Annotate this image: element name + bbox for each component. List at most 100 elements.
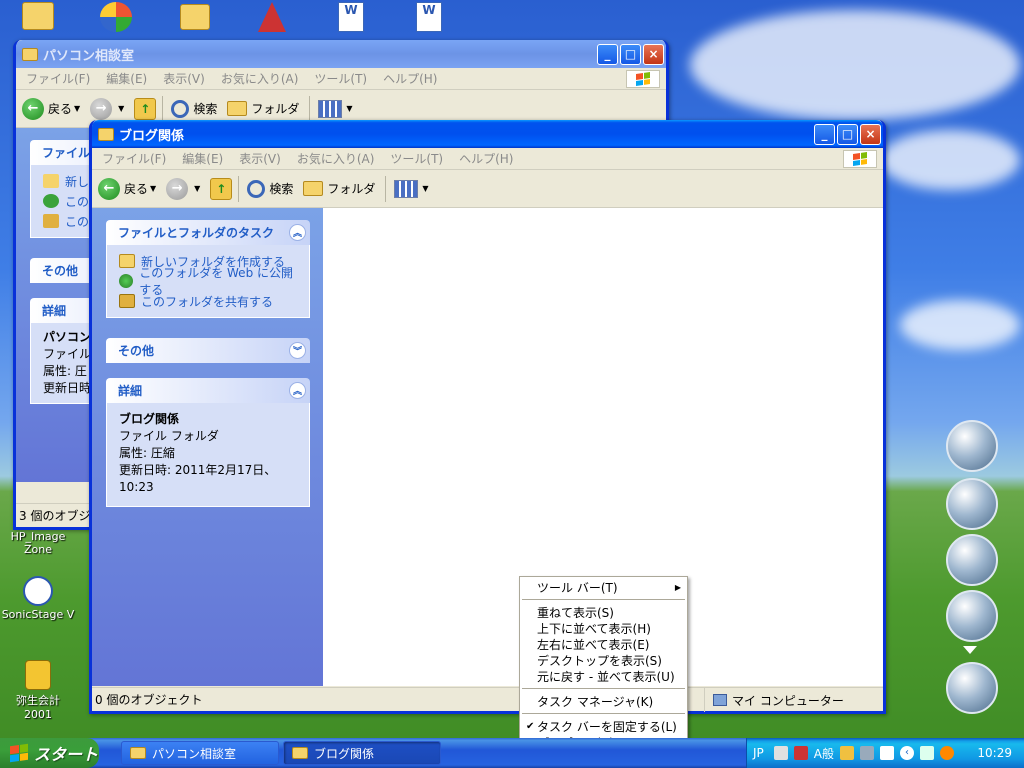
menu-help[interactable]: ヘルプ(H) [459,150,513,167]
forward-button[interactable]: → ▼ [166,177,200,200]
menu-separator [522,688,685,689]
menu-edit[interactable]: 編集(E) [182,150,223,167]
desktop-icon-hp-image-zone[interactable]: HP_Image Zone [0,530,76,556]
window-title: パソコン相談室 [43,48,135,64]
desktop-app-icon[interactable] [100,2,132,32]
desktop-cloud [690,10,1020,120]
up-folder-icon[interactable]: ↑ [210,177,233,200]
maximize-button[interactable]: □ [620,43,641,65]
tray-app-icon[interactable] [880,746,894,760]
start-button[interactable]: スタート [0,738,99,768]
keyboard-icon[interactable] [773,746,788,760]
sidebar-orb-icon[interactable] [946,534,998,586]
forward-button[interactable]: → ▼ [90,97,124,120]
desktop-word-doc-icon[interactable]: W [416,2,442,32]
search-button[interactable]: 検索 [171,99,217,118]
desktop-icon-sonicstage[interactable]: SonicStage V [0,576,76,621]
menu-tools[interactable]: ツール(T) [390,150,443,167]
menu-item-tile-vertical[interactable]: 左右に並べて表示(E) [520,636,687,652]
sidebar-down-arrow-icon[interactable] [963,646,977,654]
task-link[interactable]: 新し [43,171,90,191]
panel-header[interactable]: その他 ︾ [106,338,310,363]
task-publish-web[interactable]: このフォルダを Web に公開する [119,266,297,297]
tray-app-icon[interactable] [860,746,874,760]
tray-app-icon[interactable] [840,746,854,760]
menu-bar: ファイル(F) 編集(E) 表示(V) お気に入り(A) ツール(T) ヘルプ(… [92,148,883,170]
window-titlebar[interactable]: パソコン相談室 _ □ × [16,40,666,68]
sidebar-orb-icon[interactable] [946,478,998,530]
sidebar-orb-icon[interactable] [946,662,998,714]
menu-view[interactable]: 表示(V) [163,70,205,87]
panel-header[interactable]: ファイルと [30,140,90,165]
close-button[interactable]: × [860,123,881,145]
task-link[interactable]: このフ [43,191,90,211]
menu-item-cascade[interactable]: 重ねて表示(S) [520,604,687,620]
ime-mode[interactable]: A般 [814,745,834,762]
taskbar-button-pasokon[interactable]: パソコン相談室 [121,741,279,765]
back-button[interactable]: ← 戻る ▼ [98,177,156,200]
desktop-word-doc-icon[interactable]: W [338,2,364,32]
network-icon[interactable] [920,746,934,760]
window-titlebar[interactable]: ブログ関係 _ □ × [92,120,883,148]
new-folder-icon [119,254,135,268]
up-folder-icon[interactable]: ↑ [134,97,157,120]
window-blog-kankei[interactable]: ブログ関係 _ □ × ファイル(F) 編集(E) 表示(V) お気に入り(A)… [89,120,886,714]
views-button[interactable]: ▼ [394,179,429,198]
menu-tools[interactable]: ツール(T) [314,70,367,87]
panel-title: 詳細 [118,384,143,398]
taskbar[interactable]: スタート パソコン相談室 ブログ関係 JP A般 ‹ 10:29 [0,738,1024,768]
menu-file[interactable]: ファイル(F) [102,150,166,167]
sidebar-orb-icon[interactable] [946,420,998,472]
tray-app-icon[interactable] [940,746,954,760]
task-share-folder[interactable]: このフォルダを共有する [119,291,297,311]
ime-tool-icon[interactable] [793,746,808,760]
menu-separator [522,599,685,600]
menu-item-tile-horizontal[interactable]: 上下に並べて表示(H) [520,620,687,636]
menu-edit[interactable]: 編集(E) [106,70,147,87]
close-button[interactable]: × [643,43,664,65]
sidebar-orb-icon[interactable] [946,590,998,642]
desktop-icon-label: HP_Image Zone [10,530,66,556]
taskbar-button-blog[interactable]: ブログ関係 [283,741,441,765]
collapse-chevron-icon[interactable]: ︽ [289,224,306,241]
menu-help[interactable]: ヘルプ(H) [383,70,437,87]
menu-item-toolbars[interactable]: ツール バー(T) ▶ [520,579,687,595]
menu-item-lock-taskbar[interactable]: ✔ タスク バーを固定する(L) [520,718,687,734]
menu-item-task-manager[interactable]: タスク マネージャ(K) [520,693,687,709]
clock[interactable]: 10:29 [977,746,1012,760]
desktop-tool-icon[interactable] [258,2,286,32]
menu-file[interactable]: ファイル(F) [26,70,90,87]
menu-item-undo-tile[interactable]: 元に戻す - 並べて表示(U) [520,668,687,684]
maximize-button[interactable]: □ [837,123,858,145]
ime-language[interactable]: JP [753,746,764,760]
folder-icon [303,181,324,196]
menu-favorites[interactable]: お気に入り(A) [221,70,299,87]
menu-bar: ファイル(F) 編集(E) 表示(V) お気に入り(A) ツール(T) ヘルプ(… [16,68,666,90]
expand-chevron-icon[interactable]: ︾ [289,342,306,359]
panel-header[interactable]: 詳細 [30,298,90,323]
panel-header[interactable]: その他 [30,258,90,283]
panel-header[interactable]: ファイルとフォルダのタスク ︽ [106,220,310,245]
show-hidden-icons-icon[interactable]: ‹ [900,746,914,760]
menu-view[interactable]: 表示(V) [239,150,281,167]
folder-icon [292,747,308,759]
folder-icon [227,101,248,116]
toolbar: ← 戻る ▼ → ▼ ↑ 検索 フォルダ ▼ [92,170,883,208]
minimize-button[interactable]: _ [597,43,618,65]
folders-button[interactable]: フォルダ [227,100,299,117]
folders-button[interactable]: フォルダ [303,180,375,197]
back-button[interactable]: ← 戻る ▼ [22,97,80,120]
menu-item-show-desktop[interactable]: デスクトップを表示(S) [520,652,687,668]
collapse-chevron-icon[interactable]: ︽ [289,382,306,399]
desktop-folder-icon[interactable] [22,2,54,30]
views-button[interactable]: ▼ [318,99,353,118]
desktop-cloud [900,300,1020,350]
task-link[interactable]: このフ [43,211,90,231]
desktop-icon-yayoi[interactable]: 弥生会計 2001 [0,660,76,721]
panel-header[interactable]: 詳細 ︽ [106,378,310,403]
minimize-button[interactable]: _ [814,123,835,145]
search-button[interactable]: 検索 [247,179,293,198]
window-title: ブログ関係 [119,128,185,144]
menu-favorites[interactable]: お気に入り(A) [297,150,375,167]
desktop-folder-icon[interactable] [180,4,210,30]
